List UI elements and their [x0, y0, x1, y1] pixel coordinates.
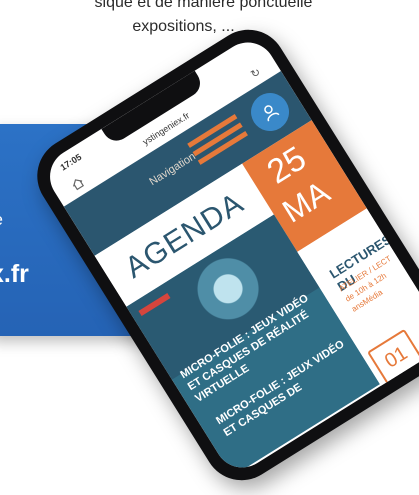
phone-mockup: 17:05 ystingeniex.fr ↻ Navigation AGENDA… [22, 15, 419, 495]
banner-text-fragment: lle [0, 210, 3, 230]
intro-line-2: expositions, ... [132, 18, 235, 35]
user-button[interactable] [243, 85, 297, 139]
user-icon [264, 105, 280, 122]
banner-domain-fragment: x.fr [0, 260, 29, 288]
navigation-label[interactable]: Navigation [147, 150, 197, 188]
intro-line-1: sique et de manière ponctuelle [94, 0, 313, 11]
